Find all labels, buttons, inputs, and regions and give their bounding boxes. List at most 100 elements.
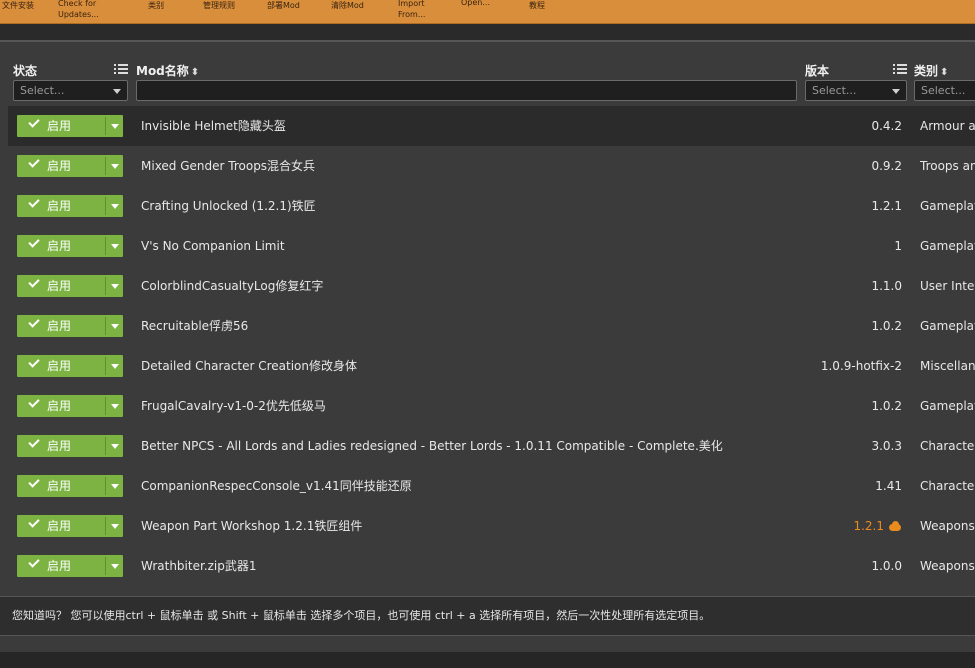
mod-version-text: 1.41 bbox=[875, 479, 902, 493]
enabled-label: 启用 bbox=[47, 119, 72, 133]
table-row[interactable]: 启用 Detailed Character Creation修改身体 1.0.9-h… bbox=[8, 346, 975, 386]
toolbar-shadow-band bbox=[0, 24, 975, 40]
chevron-down-icon[interactable] bbox=[111, 524, 119, 529]
mod-version: 1.0.2 bbox=[871, 306, 902, 346]
toolbar-deploy-mods[interactable]: 部署Mod bbox=[267, 0, 300, 11]
table-row[interactable]: 启用 V's No Companion Limit 1 Gameplay bbox=[8, 226, 975, 266]
table-row[interactable]: 启用 Invisible Helmet隐藏头盔 0.4.2 Armour ar bbox=[8, 106, 975, 146]
table-row[interactable]: 启用 Weapon Part Workshop 1.2.1铁匠组件 1.2.1 Wea… bbox=[8, 506, 975, 546]
footer-band bbox=[0, 652, 975, 668]
mod-version: 0.9.2 bbox=[871, 146, 902, 186]
enabled-toggle-button[interactable]: 启用 bbox=[17, 555, 123, 577]
header-status[interactable]: 状态 bbox=[13, 62, 37, 79]
check-icon bbox=[28, 276, 40, 288]
check-icon bbox=[28, 316, 40, 328]
enabled-toggle-button[interactable]: 启用 bbox=[17, 195, 123, 217]
mod-name: ColorblindCasualtyLog修复红字 bbox=[141, 279, 324, 293]
toolbar-purge-mods[interactable]: 清除Mod bbox=[331, 0, 364, 11]
table-row[interactable]: 启用 Mixed Gender Troops混合女兵 0.9.2 Troops an bbox=[8, 146, 975, 186]
chevron-down-icon[interactable] bbox=[111, 444, 119, 449]
table-row[interactable]: 启用 CompanionRespecConsole_v1.41同伴技能还原 1.41… bbox=[8, 466, 975, 506]
enabled-toggle-button[interactable]: 启用 bbox=[17, 275, 123, 297]
enabled-toggle-button[interactable]: 启用 bbox=[17, 235, 123, 257]
version-filter-select[interactable]: Select... bbox=[805, 80, 907, 101]
cloud-download-icon[interactable] bbox=[888, 521, 902, 531]
chevron-down-icon bbox=[113, 89, 121, 94]
enabled-label: 启用 bbox=[47, 519, 72, 533]
enabled-toggle-button[interactable]: 启用 bbox=[17, 435, 123, 457]
button-divider bbox=[105, 437, 106, 455]
enabled-toggle-button[interactable]: 启用 bbox=[17, 395, 123, 417]
chevron-down-icon[interactable] bbox=[111, 124, 119, 129]
name-filter-input[interactable] bbox=[136, 80, 797, 101]
button-divider bbox=[105, 157, 106, 175]
mod-version-text: 0.9.2 bbox=[871, 159, 902, 173]
check-icon bbox=[28, 476, 40, 488]
enabled-toggle-button[interactable]: 启用 bbox=[17, 115, 123, 137]
toolbar-open[interactable]: Open... bbox=[461, 0, 490, 8]
enabled-label: 启用 bbox=[47, 399, 72, 413]
enabled-label: 启用 bbox=[47, 239, 72, 253]
button-divider bbox=[105, 197, 106, 215]
chevron-down-icon[interactable] bbox=[111, 364, 119, 369]
chevron-down-icon[interactable] bbox=[111, 284, 119, 289]
header-category-label: 类别 bbox=[914, 64, 939, 78]
mod-version[interactable]: 1.2.1 bbox=[853, 506, 902, 546]
mod-name: Recruitable俘虏56 bbox=[141, 319, 249, 333]
button-divider bbox=[105, 557, 106, 575]
mod-version: 1.0.9-hotfix-2 bbox=[821, 346, 902, 386]
header-category[interactable]: 类别 ⬍ bbox=[914, 62, 948, 79]
chevron-down-icon[interactable] bbox=[111, 244, 119, 249]
panel-top-border bbox=[0, 40, 975, 42]
chevron-down-icon[interactable] bbox=[111, 484, 119, 489]
column-list-icon[interactable] bbox=[114, 63, 128, 75]
check-icon bbox=[28, 556, 40, 568]
header-mod-name-label: Mod名称 bbox=[136, 64, 189, 78]
category-filter-select[interactable]: Select... bbox=[914, 80, 975, 101]
toolbar-tutorial[interactable]: 教程 bbox=[529, 0, 545, 11]
toolbar-import-from[interactable]: Import From... bbox=[398, 0, 434, 20]
toolbar-manage-rules[interactable]: 管理规则 bbox=[203, 0, 235, 11]
header-version[interactable]: 版本 bbox=[805, 62, 829, 79]
enabled-toggle-button[interactable]: 启用 bbox=[17, 355, 123, 377]
chevron-down-icon[interactable] bbox=[111, 164, 119, 169]
button-divider bbox=[105, 237, 106, 255]
mod-version-text: 1.2.1 bbox=[853, 519, 884, 533]
mod-name: Weapon Part Workshop 1.2.1铁匠组件 bbox=[141, 519, 363, 533]
button-divider bbox=[105, 397, 106, 415]
table-row[interactable]: 启用 Recruitable俘虏56 1.0.2 Gameplay bbox=[8, 306, 975, 346]
mod-name: Wrathbiter.zip武器1 bbox=[141, 559, 257, 573]
sort-icon: ⬍ bbox=[940, 67, 949, 78]
tip-bar: 您知道吗？ 您可以使用ctrl + 鼠标单击 或 Shift + 鼠标单击 选择… bbox=[0, 596, 975, 636]
enabled-toggle-button[interactable]: 启用 bbox=[17, 515, 123, 537]
mod-version-text: 1.0.0 bbox=[871, 559, 902, 573]
mod-category: User Inter bbox=[920, 279, 975, 293]
enabled-label: 启用 bbox=[47, 559, 72, 573]
table-row[interactable]: 启用 FrugalCavalry-v1-0-2优先低级马 1.0.2 Gameplay bbox=[8, 386, 975, 426]
status-filter-select[interactable]: Select... bbox=[13, 80, 128, 101]
mod-category: Weapons bbox=[920, 519, 975, 533]
toolbar-check-updates[interactable]: Check for Updates... bbox=[58, 0, 100, 20]
column-list-icon[interactable] bbox=[893, 63, 907, 75]
header-mod-name[interactable]: Mod名称 ⬍ bbox=[136, 62, 199, 79]
mod-name: Invisible Helmet隐藏头盔 bbox=[141, 119, 286, 133]
enabled-label: 启用 bbox=[47, 159, 72, 173]
check-icon bbox=[28, 516, 40, 528]
enabled-toggle-button[interactable]: 启用 bbox=[17, 475, 123, 497]
chevron-down-icon[interactable] bbox=[111, 204, 119, 209]
check-icon bbox=[28, 236, 40, 248]
chevron-down-icon[interactable] bbox=[111, 324, 119, 329]
chevron-down-icon[interactable] bbox=[111, 404, 119, 409]
table-row[interactable]: 启用 Better NPCS - All Lords and Ladies red… bbox=[8, 426, 975, 466]
enabled-toggle-button[interactable]: 启用 bbox=[17, 315, 123, 337]
enabled-toggle-button[interactable]: 启用 bbox=[17, 155, 123, 177]
toolbar-categories[interactable]: 类别 bbox=[148, 0, 164, 11]
toolbar-install-file[interactable]: 文件安装 bbox=[2, 0, 34, 11]
chevron-down-icon[interactable] bbox=[111, 564, 119, 569]
mod-version: 0.4.2 bbox=[871, 106, 902, 146]
table-row[interactable]: 启用 Crafting Unlocked (1.2.1)铁匠 1.2.1 Gamepl… bbox=[8, 186, 975, 226]
table-row[interactable]: 启用 ColorblindCasualtyLog修复红字 1.1.0 User Int… bbox=[8, 266, 975, 306]
top-toolbar: 文件安装 Check for Updates... 类别 管理规则 部署Mod … bbox=[0, 0, 975, 24]
table-row[interactable]: 启用 Wrathbiter.zip武器1 1.0.0 Weapons bbox=[8, 546, 975, 586]
mod-name: Detailed Character Creation修改身体 bbox=[141, 359, 357, 373]
